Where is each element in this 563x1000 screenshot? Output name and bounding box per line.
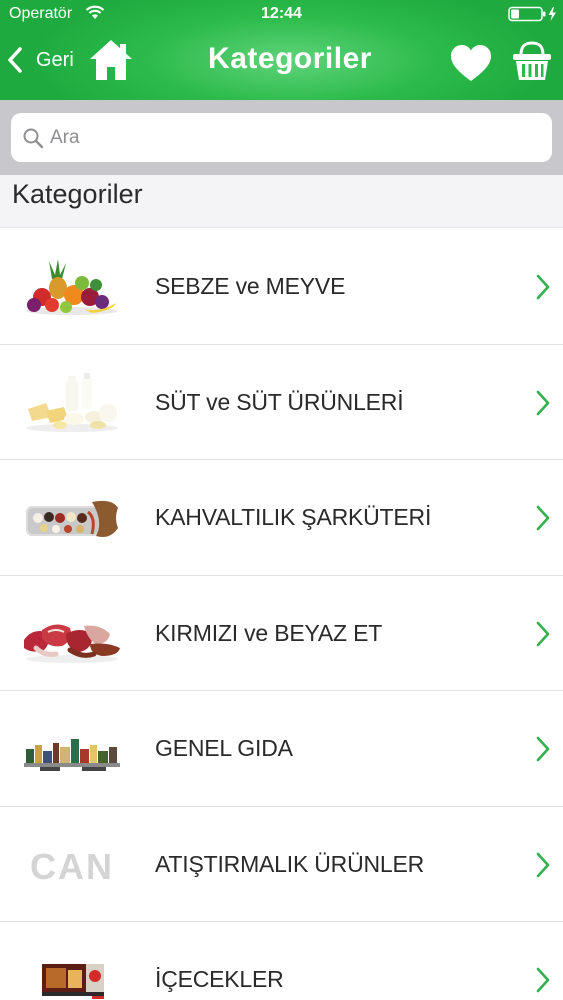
search-bar	[0, 100, 563, 175]
meat-image	[24, 623, 120, 663]
category-label: SÜT ve SÜT ÜRÜNLERİ	[155, 388, 404, 415]
category-label: KIRMIZI ve BEYAZ ET	[155, 619, 383, 646]
section-header-label: Kategoriler	[12, 179, 143, 209]
home-icon[interactable]	[87, 37, 135, 83]
heart-icon[interactable]	[449, 43, 493, 83]
can-logo: CAN	[30, 846, 114, 887]
search-input[interactable]	[50, 126, 530, 149]
dairy-products-image	[26, 372, 118, 432]
beverages-image	[42, 964, 104, 999]
category-row[interactable]: CAN ATIŞTIRMALIK ÜRÜNLER	[0, 806, 563, 922]
category-label: SEBZE ve MEYVE	[155, 273, 346, 299]
chevron-right-icon	[536, 736, 550, 762]
category-row[interactable]: KAHVALTILIK ŞARKÜTERİ	[0, 460, 563, 576]
svg-text:CAN: CAN	[30, 846, 114, 887]
search-icon	[23, 128, 44, 148]
category-row[interactable]: GENEL GIDA	[0, 691, 563, 807]
category-row[interactable]: SÜT ve SÜT ÜRÜNLERİ	[0, 344, 563, 460]
navigation-bar: Operatör 12:44 Geri Kategoriler	[0, 0, 563, 100]
fruits-vegetables-image	[26, 259, 118, 315]
category-label: GENEL GIDA	[155, 735, 293, 761]
back-button[interactable]: Geri	[6, 42, 74, 78]
grocery-shelf-image	[24, 739, 120, 771]
chevron-right-icon	[536, 390, 550, 415]
chevron-right-icon	[536, 967, 550, 993]
battery-icon	[508, 6, 556, 22]
category-row[interactable]: SEBZE ve MEYVE	[0, 229, 563, 345]
breakfast-deli-image	[26, 500, 118, 537]
category-row[interactable]: KIRMIZI ve BEYAZ ET	[0, 575, 563, 691]
basket-icon[interactable]	[511, 40, 553, 82]
chevron-right-icon	[536, 505, 550, 531]
category-label: ATIŞTIRMALIK ÜRÜNLER	[155, 850, 425, 877]
section-header: Kategoriler	[0, 175, 563, 228]
back-label: Geri	[36, 48, 74, 71]
category-row[interactable]: İÇECEKLER	[0, 922, 563, 1000]
status-bar: Operatör 12:44	[0, 0, 563, 30]
category-label: İÇECEKLER	[155, 966, 284, 992]
category-list: SEBZE ve MEYVE SÜT ve SÜT ÜRÜNLERİ KAHVA…	[0, 229, 563, 1000]
chevron-right-icon	[536, 621, 550, 646]
category-label: KAHVALTILIK ŞARKÜTERİ	[155, 504, 432, 530]
chevron-right-icon	[536, 852, 550, 877]
search-box[interactable]	[11, 113, 552, 162]
chevron-left-icon	[8, 47, 22, 73]
status-time: 12:44	[261, 5, 302, 22]
chevron-right-icon	[536, 274, 550, 300]
page-title: Kategoriler	[208, 42, 372, 75]
